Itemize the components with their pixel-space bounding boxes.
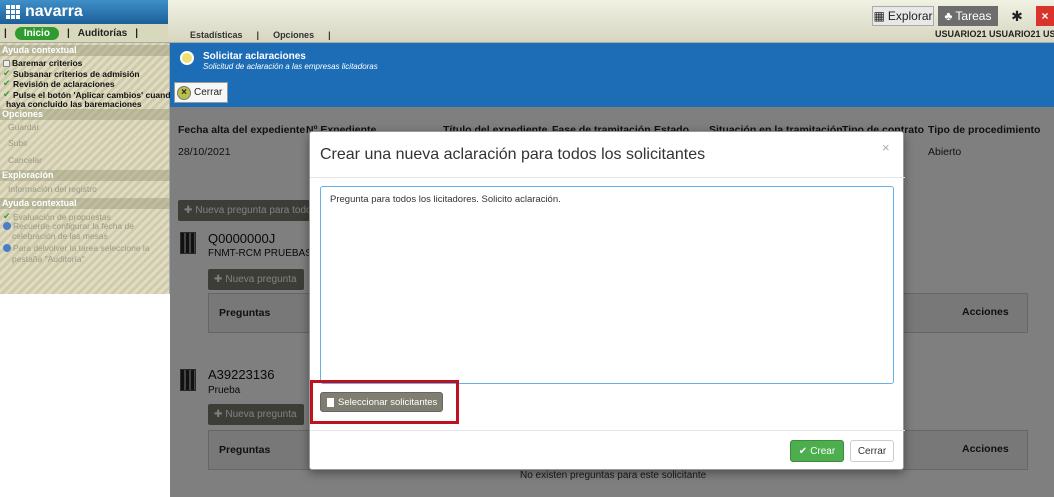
sidebar-panel: Ayuda contextual Baremar criterios ✔ Subs… bbox=[0, 43, 176, 294]
cerrar-label: Cerrar bbox=[194, 87, 223, 98]
gear-icon bbox=[180, 51, 194, 65]
close-session-icon[interactable]: × bbox=[1036, 6, 1054, 26]
square-icon bbox=[3, 59, 10, 67]
sidebar-item[interactable]: Para delvolver la tarea seleccione la bbox=[3, 243, 150, 253]
app-logo[interactable]: navarra bbox=[0, 0, 168, 24]
close-icon: × bbox=[177, 85, 191, 100]
sidebar: Ayuda contextual Baremar criterios ✔ Subs… bbox=[0, 43, 176, 497]
menu-opciones[interactable]: Opciones bbox=[273, 30, 314, 40]
task-title: Solicitar aclaraciones bbox=[203, 51, 306, 62]
check-icon: ✔ bbox=[3, 78, 11, 88]
sidebar-item-info-registro[interactable]: Información del registro bbox=[8, 184, 97, 194]
menu-estadisticas[interactable]: Estadísticas bbox=[190, 30, 243, 40]
seleccionar-solicitantes-button[interactable]: Seleccionar solicitantes bbox=[320, 392, 443, 412]
task-subtitle: Solicitud de aclaración a las empresas l… bbox=[203, 62, 378, 71]
modal-dialog: Crear una nueva aclaración para todos lo… bbox=[309, 131, 905, 470]
aclaracion-textarea[interactable]: Pregunta para todos los licitadores. Sol… bbox=[320, 186, 894, 384]
sidebar-item: pestaña "Auditoría" bbox=[12, 254, 85, 264]
modal-title: Crear una nueva aclaración para todos lo… bbox=[320, 146, 706, 163]
sidebar-section-title: Exploración bbox=[0, 170, 170, 181]
sidebar-item-guardar[interactable]: Guardar bbox=[8, 122, 39, 132]
cerrar-task-button[interactable]: × Cerrar bbox=[174, 82, 228, 103]
sidebar-item-cancelar[interactable]: Cancelar bbox=[8, 155, 42, 165]
sidebar-item[interactable]: ✔ Revisión de aclaraciones bbox=[3, 78, 115, 89]
info-icon bbox=[3, 244, 11, 252]
sidebar-section-title: Opciones bbox=[0, 109, 170, 120]
sidebar-item[interactable]: Baremar criterios bbox=[3, 58, 82, 68]
tareas-label: Tareas bbox=[955, 9, 992, 23]
info-icon bbox=[3, 222, 11, 230]
grid-icon bbox=[6, 5, 20, 19]
nav-left: | Inicio | Auditorías | bbox=[0, 24, 168, 43]
nav-inicio[interactable]: Inicio bbox=[14, 26, 59, 40]
divider bbox=[310, 430, 905, 431]
user-name: USUARIO21 USUARIO21 USUARIO bbox=[935, 29, 1054, 39]
table-icon: ▦ bbox=[873, 9, 885, 23]
explorar-button[interactable]: ▦ Explorar bbox=[872, 6, 934, 26]
close-icon[interactable]: × bbox=[882, 140, 890, 155]
nav-auditorias[interactable]: Auditorías bbox=[78, 28, 127, 39]
sidebar-item: celebración de las mesas bbox=[12, 231, 108, 241]
explorar-label: Explorar bbox=[887, 9, 933, 23]
document-icon bbox=[327, 397, 334, 407]
sidebar-item[interactable]: Recuerde configurar la fecha de bbox=[3, 221, 134, 231]
sidebar-item: haya concluido las baremaciones bbox=[6, 99, 142, 109]
logo-text: navarra bbox=[25, 3, 83, 20]
cerrar-modal-button[interactable]: Cerrar bbox=[850, 440, 894, 462]
sidebar-item-subir[interactable]: Subir bbox=[8, 138, 28, 148]
users-icon: ♣ bbox=[944, 9, 953, 23]
sidebar-section-title: Ayuda contextual bbox=[0, 198, 170, 209]
check-icon: ✔ bbox=[798, 445, 808, 457]
tareas-button[interactable]: ♣ Tareas bbox=[938, 6, 998, 26]
divider bbox=[310, 177, 905, 178]
gear-icon[interactable]: ✱ bbox=[1006, 6, 1028, 26]
top-menu: Estadísticas | Opciones | bbox=[190, 30, 331, 40]
sidebar-section-title: Ayuda contextual bbox=[0, 45, 170, 56]
crear-button[interactable]: ✔ Crear bbox=[790, 440, 844, 462]
